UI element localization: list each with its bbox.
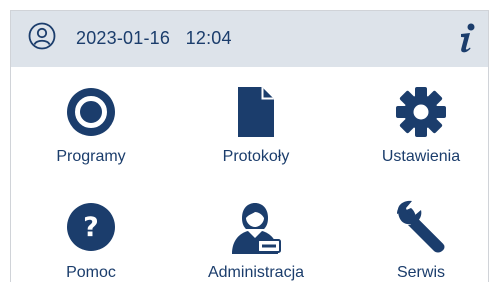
- help-icon: ?: [67, 203, 115, 251]
- program-circle-icon: [67, 88, 115, 136]
- menu-tile-help[interactable]: ? Pomoc: [16, 197, 166, 307]
- menu-tile-programs[interactable]: Programy: [16, 83, 166, 193]
- menu-label-service: Serwis: [396, 264, 445, 281]
- gear-icon: [396, 87, 446, 137]
- menu-tile-service[interactable]: Serwis: [346, 197, 489, 307]
- wrench-icon: [397, 200, 445, 253]
- screen-frame: 2023-01-16 12:04 Programy Protokoły Usta…: [10, 10, 489, 282]
- menu-label-settings: Ustawienia: [381, 148, 461, 165]
- menu-tile-settings[interactable]: Ustawienia: [346, 83, 489, 193]
- menu-label-help: Pomoc: [66, 264, 116, 281]
- menu-label-protocols: Protokoły: [222, 148, 290, 165]
- user-circle-icon[interactable]: [28, 22, 56, 50]
- svg-text:?: ?: [83, 212, 99, 243]
- menu-tile-administration[interactable]: Administracja: [181, 197, 331, 307]
- menu-tile-protocols[interactable]: Protokoły: [181, 83, 331, 193]
- date-time-display: 2023-01-16 12:04: [76, 28, 232, 48]
- info-icon[interactable]: [455, 21, 479, 55]
- status-bar: 2023-01-16 12:04: [11, 11, 488, 67]
- menu-label-programs: Programy: [56, 148, 126, 165]
- menu-label-administration: Administracja: [207, 264, 305, 281]
- admin-user-icon: [232, 203, 281, 254]
- document-icon: [238, 87, 274, 137]
